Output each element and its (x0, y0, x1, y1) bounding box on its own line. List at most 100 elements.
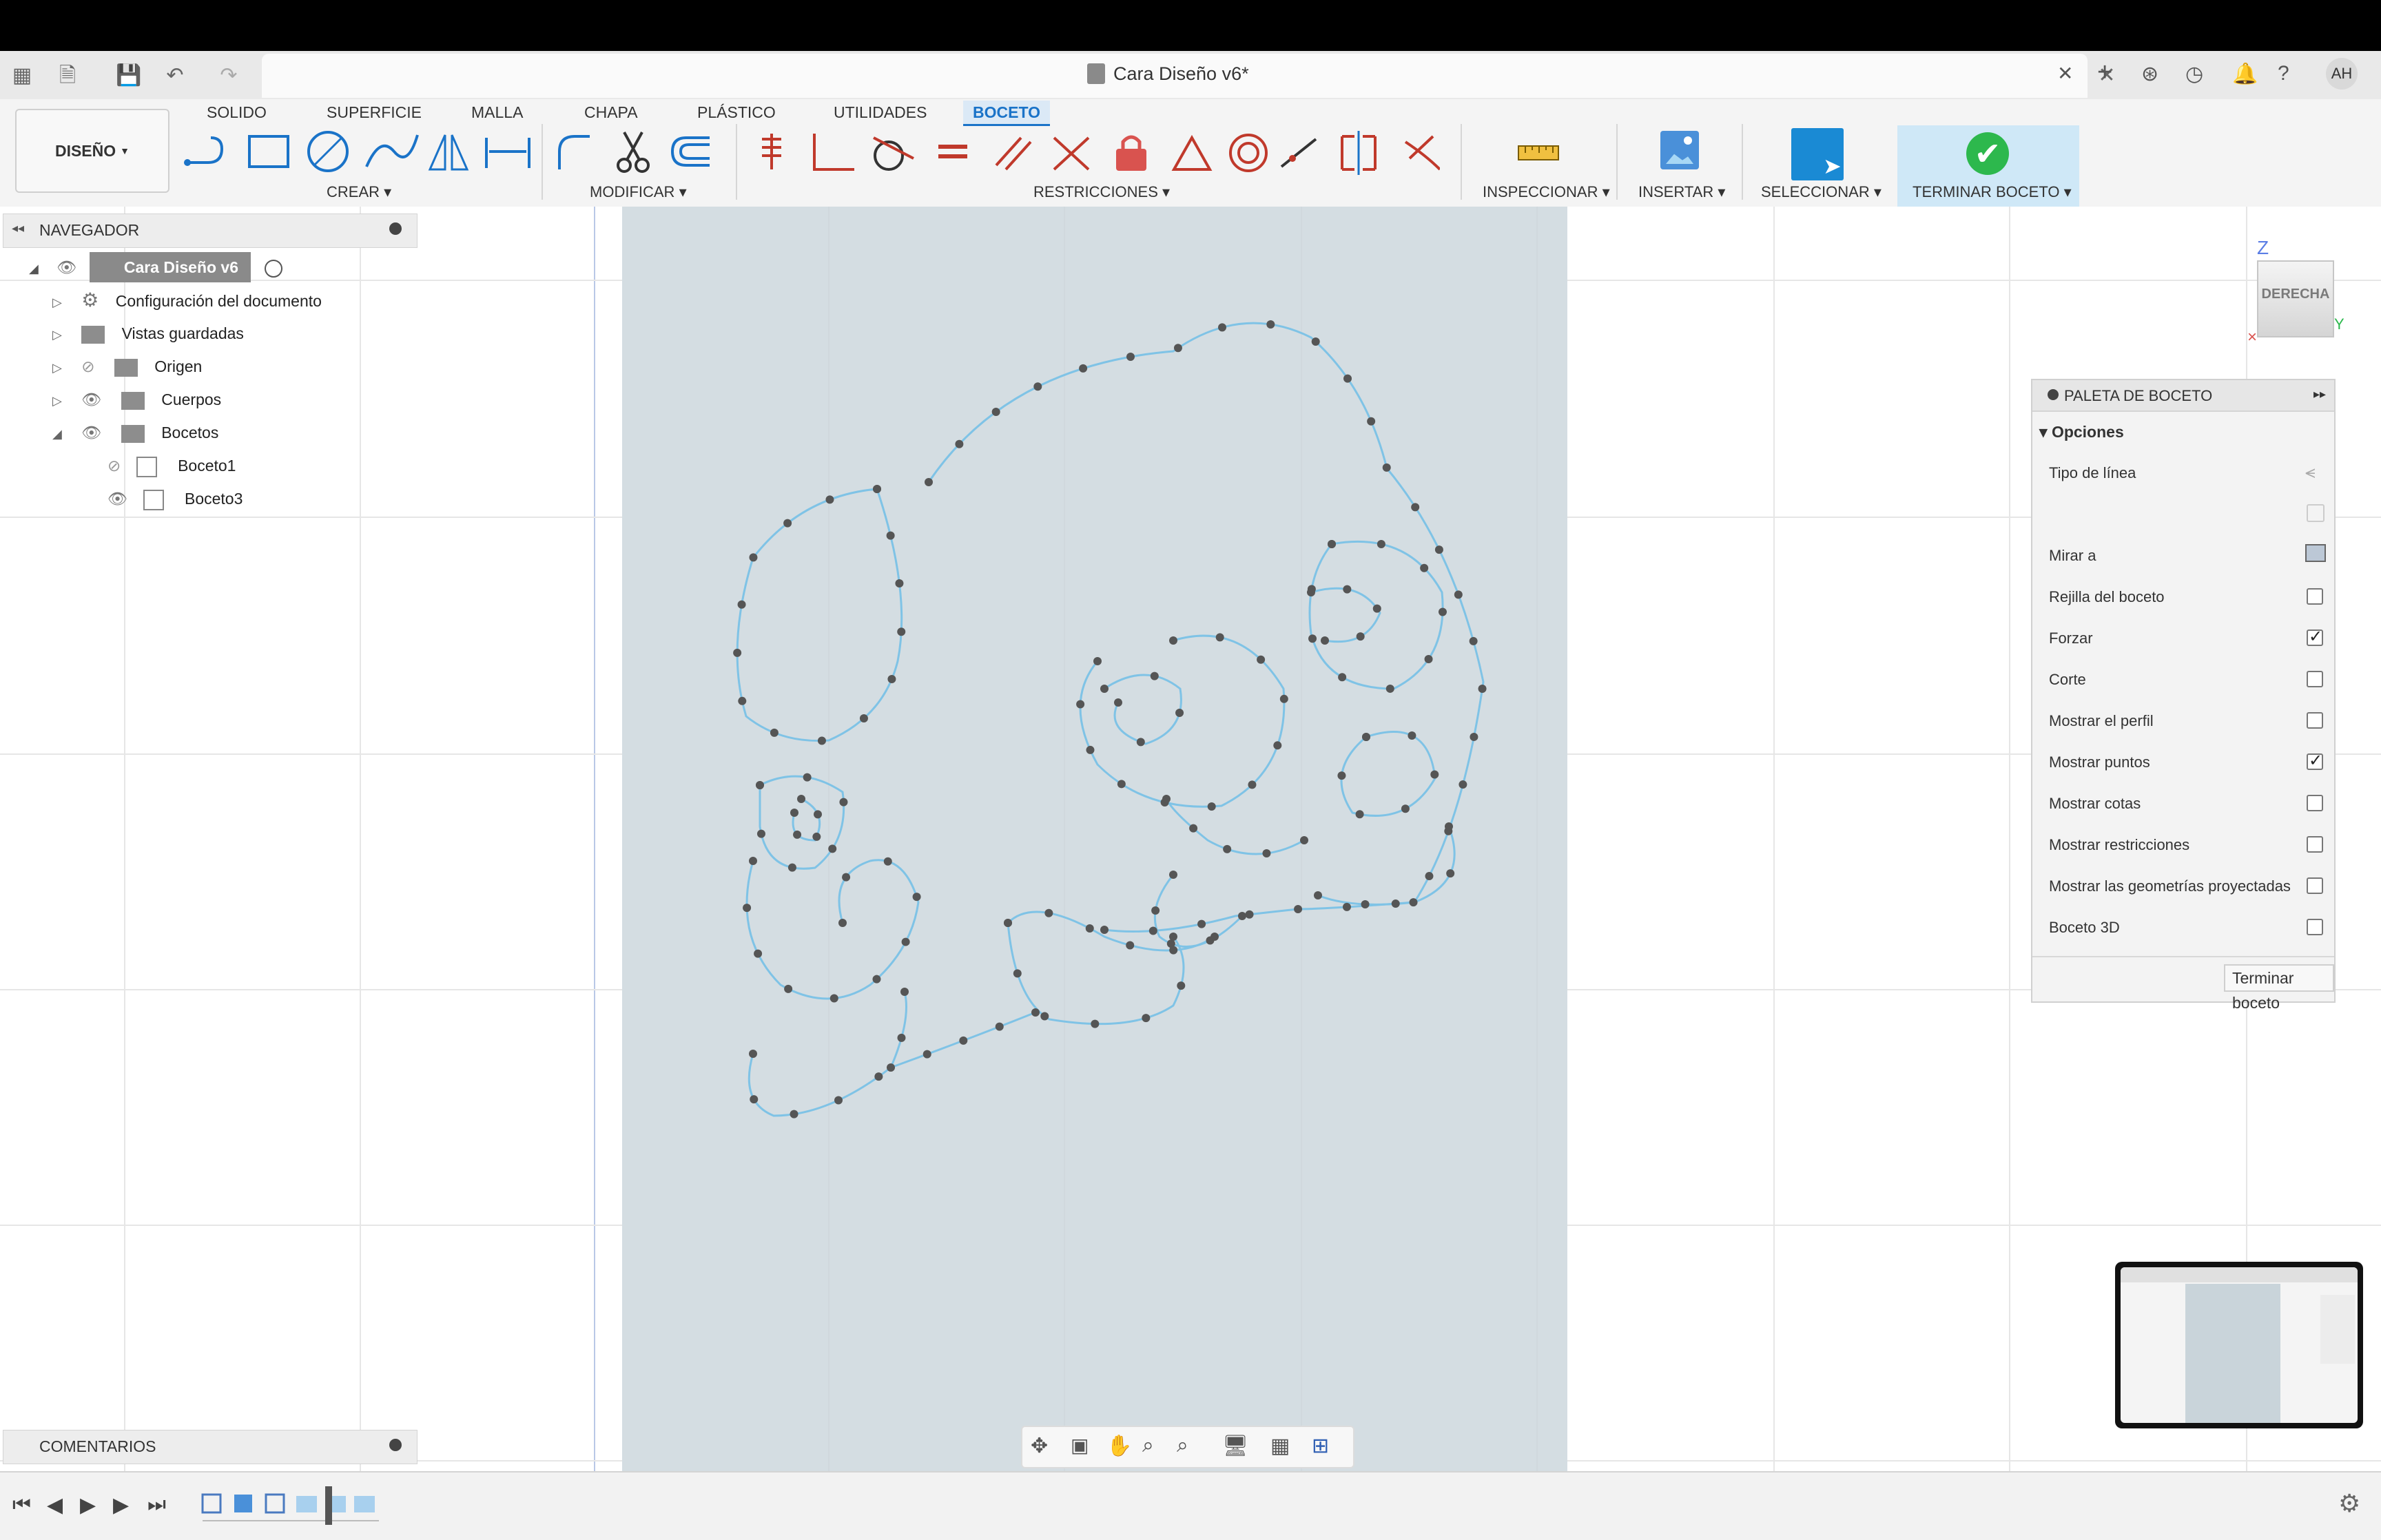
select-tool-icon[interactable]: ➤ (1791, 128, 1844, 180)
add-comment-icon[interactable] (389, 1439, 402, 1451)
insertar-menu[interactable]: INSERTAR ▾ (1638, 183, 1725, 201)
zoom-window-icon[interactable]: ⌕ (1177, 1434, 1188, 1457)
sketch-geometry[interactable] (622, 207, 1567, 1471)
sketch-points (733, 320, 1487, 1118)
navigation-toolbar: ✥ ▣ ✋ ⌕ ⌕ 🖥 ▦ ⊞ (1021, 1426, 1354, 1468)
seleccionar-menu[interactable]: SELECCIONAR ▾ (1761, 183, 1882, 201)
checkmark-icon[interactable]: ✔ (1966, 132, 2009, 175)
collapse-arrow-icon[interactable]: ◢ (29, 262, 39, 275)
timeline-features[interactable] (200, 1485, 393, 1526)
nav-item-origin[interactable]: ▷ ⊘ Origen (52, 351, 202, 382)
redo-icon[interactable]: ↷ (216, 63, 241, 88)
expand-panel-icon[interactable]: ▸▸ (2313, 387, 2326, 402)
play-icon[interactable]: ▶ (80, 1493, 96, 1517)
zoom-icon[interactable]: ⌕ (1142, 1434, 1154, 1457)
orbit-icon[interactable]: ✥ (1031, 1434, 1048, 1458)
curvature-icon (1404, 135, 1440, 171)
file-menu-icon[interactable]: 🗎 (55, 63, 80, 88)
look-at-icon[interactable] (2305, 544, 2326, 562)
go-to-start-icon[interactable]: ⏮ (12, 1493, 31, 1517)
inspeccionar-menu[interactable]: INSPECCIONAR ▾ (1483, 183, 1610, 201)
snap-checkbox[interactable] (2307, 627, 2323, 647)
expand-arrow-icon[interactable]: ▷ (52, 295, 62, 309)
sketch-icon (136, 456, 157, 477)
expand-arrow-icon[interactable]: ▷ (52, 328, 62, 342)
eye-icon[interactable]: 👁 (56, 258, 76, 276)
finish-sketch-button[interactable]: Terminar boceto (2224, 964, 2334, 1012)
look-at-icon[interactable]: ▣ (1071, 1434, 1089, 1457)
eye-hidden-icon[interactable]: ⊘ (107, 457, 121, 475)
perpendicular-cross-icon (1053, 136, 1090, 171)
nav-sketch-boceto1[interactable]: ⊘ Boceto1 (107, 450, 236, 481)
projected-checkbox[interactable] (2307, 877, 2323, 894)
expand-arrow-icon[interactable]: ▷ (52, 361, 62, 375)
nav-item-bodies[interactable]: ▷ 👁 Cuerpos (52, 384, 221, 415)
workspace-switcher[interactable]: DISEÑO ▼ (15, 109, 169, 193)
nav-item-document-settings[interactable]: ▷ ⚙ Configuración del documento (52, 285, 322, 315)
terminar-boceto-menu[interactable]: TERMINAR BOCETO ▾ (1913, 183, 2072, 201)
eye-icon[interactable]: 👁 (81, 424, 101, 441)
palette-pin-icon[interactable] (2048, 389, 2059, 400)
sketch-3d-checkbox[interactable] (2307, 919, 2323, 935)
restricciones-menu[interactable]: RESTRICCIONES ▾ (1033, 183, 1170, 201)
tab-solido[interactable]: SOLIDO (197, 101, 276, 124)
modificar-menu[interactable]: MODIFICAR ▾ (590, 183, 687, 201)
view-cube[interactable]: DERECHA (2257, 260, 2334, 337)
job-status-icon[interactable]: ◷ (2185, 62, 2203, 86)
tab-utilidades[interactable]: UTILIDADES (824, 101, 936, 124)
crear-menu[interactable]: CREAR ▾ (327, 183, 391, 201)
tab-plastico[interactable]: PLÁSTICO (688, 101, 785, 124)
help-icon[interactable]: ? (2278, 62, 2289, 85)
modify-tools[interactable] (551, 128, 730, 178)
nav-sketch-boceto3[interactable]: 👁 Boceto3 (107, 483, 243, 514)
go-to-end-icon[interactable]: ⏭ (147, 1493, 166, 1517)
profile-checkbox[interactable] (2307, 712, 2323, 729)
activate-radio-icon[interactable] (265, 259, 283, 278)
tab-boceto[interactable]: BOCETO (963, 101, 1050, 126)
display-settings-icon[interactable]: 🖥 (1222, 1434, 1248, 1458)
undo-icon[interactable]: ↶ (163, 63, 187, 88)
step-forward-icon[interactable]: ▶ (113, 1493, 129, 1517)
nav-item-sketches[interactable]: ◢ 👁 Bocetos (52, 417, 218, 448)
construction-icon[interactable] (2307, 504, 2325, 522)
constraints-checkbox[interactable] (2307, 836, 2323, 853)
expand-arrow-icon[interactable]: ▷ (52, 394, 62, 408)
grid-settings-icon[interactable]: ▦ (1270, 1434, 1290, 1458)
palette-section-options[interactable]: ▾ Opciones (2039, 423, 2124, 441)
app-grid-icon[interactable]: ▦ (10, 63, 34, 88)
slice-checkbox[interactable] (2307, 671, 2323, 687)
extensions-icon[interactable]: ⊛ (2141, 62, 2158, 86)
eye-icon[interactable]: 👁 (81, 391, 101, 408)
pin-icon[interactable] (389, 222, 402, 235)
crear-label: CREAR (327, 183, 380, 200)
navigator-root[interactable]: ◢ 👁 Cara Diseño v6 (29, 252, 283, 282)
step-back-icon[interactable]: ◀ (47, 1493, 63, 1517)
save-icon[interactable]: 💾 (116, 63, 141, 88)
collapse-panel-icon[interactable]: ◂◂ (12, 221, 24, 236)
measure-icon[interactable] (1516, 136, 1564, 169)
dimensions-checkbox[interactable] (2307, 795, 2323, 811)
new-tab-icon[interactable]: + (2097, 58, 2112, 87)
line-icon (184, 136, 224, 166)
insert-image-icon[interactable] (1660, 131, 1699, 169)
grid-checkbox[interactable] (2307, 588, 2323, 605)
user-avatar[interactable]: AH (2326, 58, 2358, 90)
notifications-icon[interactable]: 🔔 (2232, 62, 2258, 86)
eye-icon[interactable]: 👁 (107, 490, 127, 508)
viewports-icon[interactable]: ⊞ (1312, 1434, 1329, 1458)
sketch-point (834, 1096, 843, 1105)
tab-superficie[interactable]: SUPERFICIE (317, 101, 431, 124)
tab-chapa[interactable]: CHAPA (575, 101, 648, 124)
points-checkbox[interactable] (2307, 751, 2323, 771)
constraint-tools[interactable] (751, 128, 1440, 178)
create-tools[interactable] (181, 128, 539, 178)
collapse-arrow-icon[interactable]: ◢ (52, 427, 62, 441)
timeline-settings-gear-icon[interactable]: ⚙ (2338, 1489, 2360, 1518)
eye-hidden-icon[interactable]: ⊘ (81, 357, 94, 375)
close-document-icon[interactable]: ✕ (2057, 62, 2073, 85)
nav-item-saved-views[interactable]: ▷ Vistas guardadas (52, 318, 244, 348)
pan-hand-icon[interactable]: ✋ (1106, 1434, 1132, 1458)
palette-row-linetype: Tipo de línea (2049, 464, 2136, 481)
tab-malla[interactable]: MALLA (462, 101, 533, 124)
linetype-icon[interactable]: ⪪ (2305, 461, 2316, 483)
